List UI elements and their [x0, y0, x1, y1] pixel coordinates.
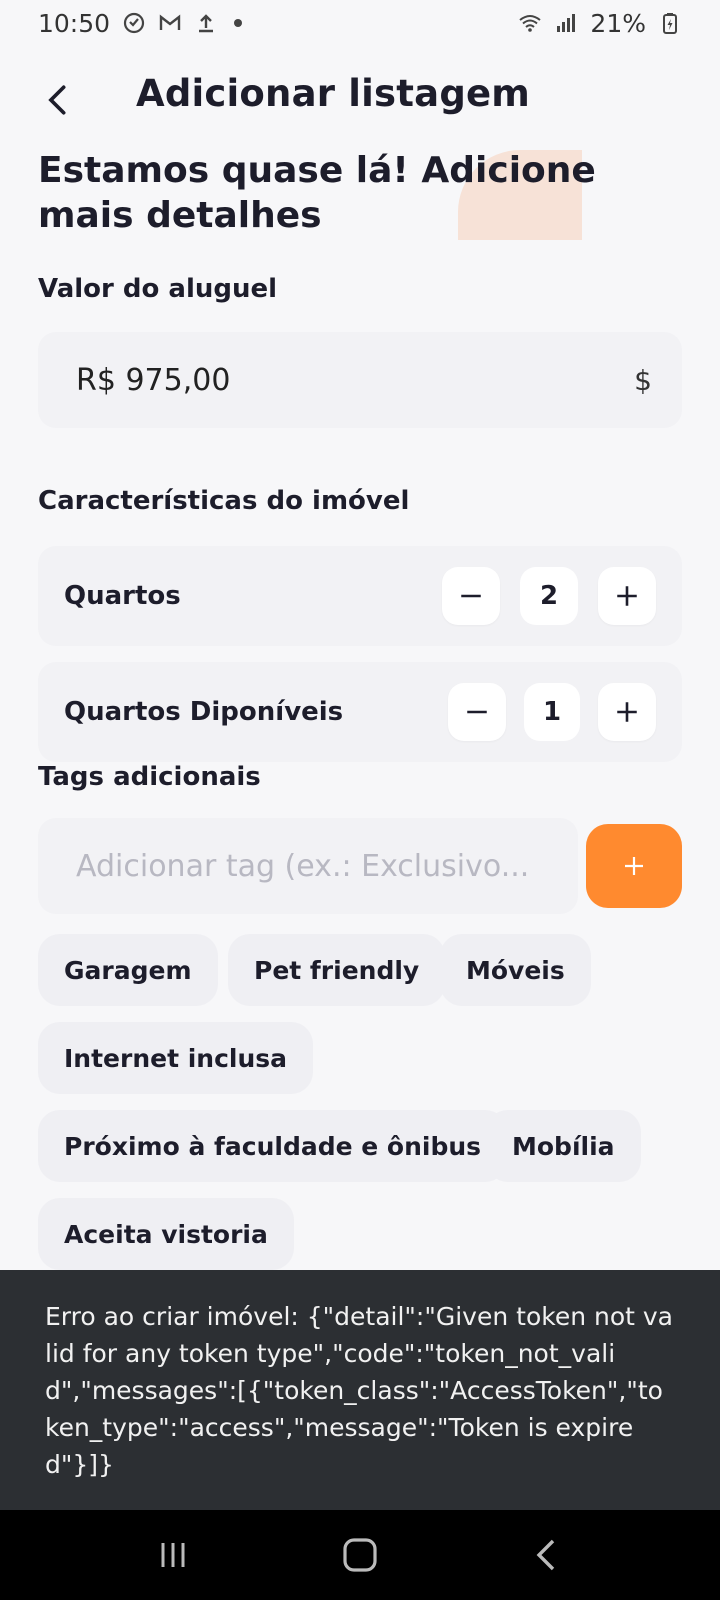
snackbar-message: Erro ao criar imóvel: {"detail":"Given t…: [45, 1302, 674, 1479]
chevron-left-icon: [48, 85, 66, 115]
increment-button[interactable]: [598, 567, 656, 625]
gmail-icon: [158, 11, 182, 35]
tag-chip[interactable]: Móveis: [440, 934, 591, 1006]
decrement-button[interactable]: [442, 567, 500, 625]
page-title: Adicionar listagem: [136, 72, 531, 115]
status-time: 10:50: [38, 8, 111, 38]
battery-percent: 21%: [590, 8, 646, 38]
rent-value: R$ 975,00: [76, 362, 231, 398]
headline: Estamos quase lá! Adicione mais detalhes: [38, 148, 598, 238]
tag-chip[interactable]: Garagem: [38, 934, 218, 1006]
feature-label: Quartos Diponíveis: [64, 697, 344, 727]
features-label: Características do imóvel: [38, 486, 410, 516]
minus-icon: [467, 710, 487, 714]
tag-chip[interactable]: Mobília: [486, 1110, 641, 1182]
stepper-value: 2: [520, 567, 578, 625]
tag-input-field[interactable]: [38, 818, 578, 914]
home-icon: [343, 1538, 377, 1572]
tag-chip[interactable]: Pet friendly: [228, 934, 446, 1006]
increment-button[interactable]: [598, 683, 656, 741]
tag-chip[interactable]: Aceita vistoria: [38, 1198, 294, 1270]
battery-charging-icon: [658, 11, 682, 35]
back-button[interactable]: [34, 76, 82, 124]
rent-input[interactable]: R$ 975,00 $: [38, 332, 682, 428]
tag-chip[interactable]: Internet inclusa: [38, 1022, 314, 1094]
app-header: Adicionar listagem: [0, 62, 720, 138]
plus-icon: [617, 702, 637, 722]
home-button[interactable]: [330, 1525, 390, 1585]
feature-label: Quartos: [64, 581, 181, 611]
plus-icon: [617, 586, 637, 606]
notification-icon: [122, 11, 146, 35]
status-left: 10:50: [38, 8, 243, 38]
feature-row-quartos: Quartos 2: [38, 546, 682, 646]
rent-label: Valor do aluguel: [38, 274, 278, 304]
quartos-disponiveis-stepper: 1: [448, 683, 656, 741]
wifi-icon: [518, 11, 542, 35]
recent-apps-icon: [161, 1543, 185, 1567]
add-tag-button[interactable]: [586, 824, 682, 908]
signal-icon: [554, 11, 578, 35]
quartos-stepper: 2: [442, 567, 656, 625]
headline-line-1: Estamos quase lá! Adicione: [38, 150, 596, 191]
upload-icon: [194, 11, 218, 35]
status-right: 21%: [518, 9, 682, 38]
tags-label: Tags adicionais: [38, 762, 261, 792]
status-bar: 10:50 21%: [0, 0, 720, 46]
plus-icon: [625, 857, 643, 875]
currency-suffix-icon: $: [634, 363, 652, 397]
minus-icon: [461, 594, 481, 598]
recent-apps-button[interactable]: [143, 1525, 203, 1585]
error-snackbar: Erro ao criar imóvel: {"detail":"Given t…: [0, 1270, 720, 1510]
system-back-button[interactable]: [517, 1525, 577, 1585]
headline-line-2: mais detalhes: [38, 195, 322, 236]
feature-row-quartos-disponiveis: Quartos Diponíveis 1: [38, 662, 682, 762]
back-icon: [536, 1539, 554, 1571]
more-notifications-dot: [234, 19, 243, 27]
decrement-button[interactable]: [448, 683, 506, 741]
stepper-value: 1: [524, 683, 580, 741]
tag-input[interactable]: [76, 848, 578, 884]
tag-chip[interactable]: Próximo à faculdade e ônibus: [38, 1110, 508, 1182]
system-nav-bar: [0, 1510, 720, 1600]
